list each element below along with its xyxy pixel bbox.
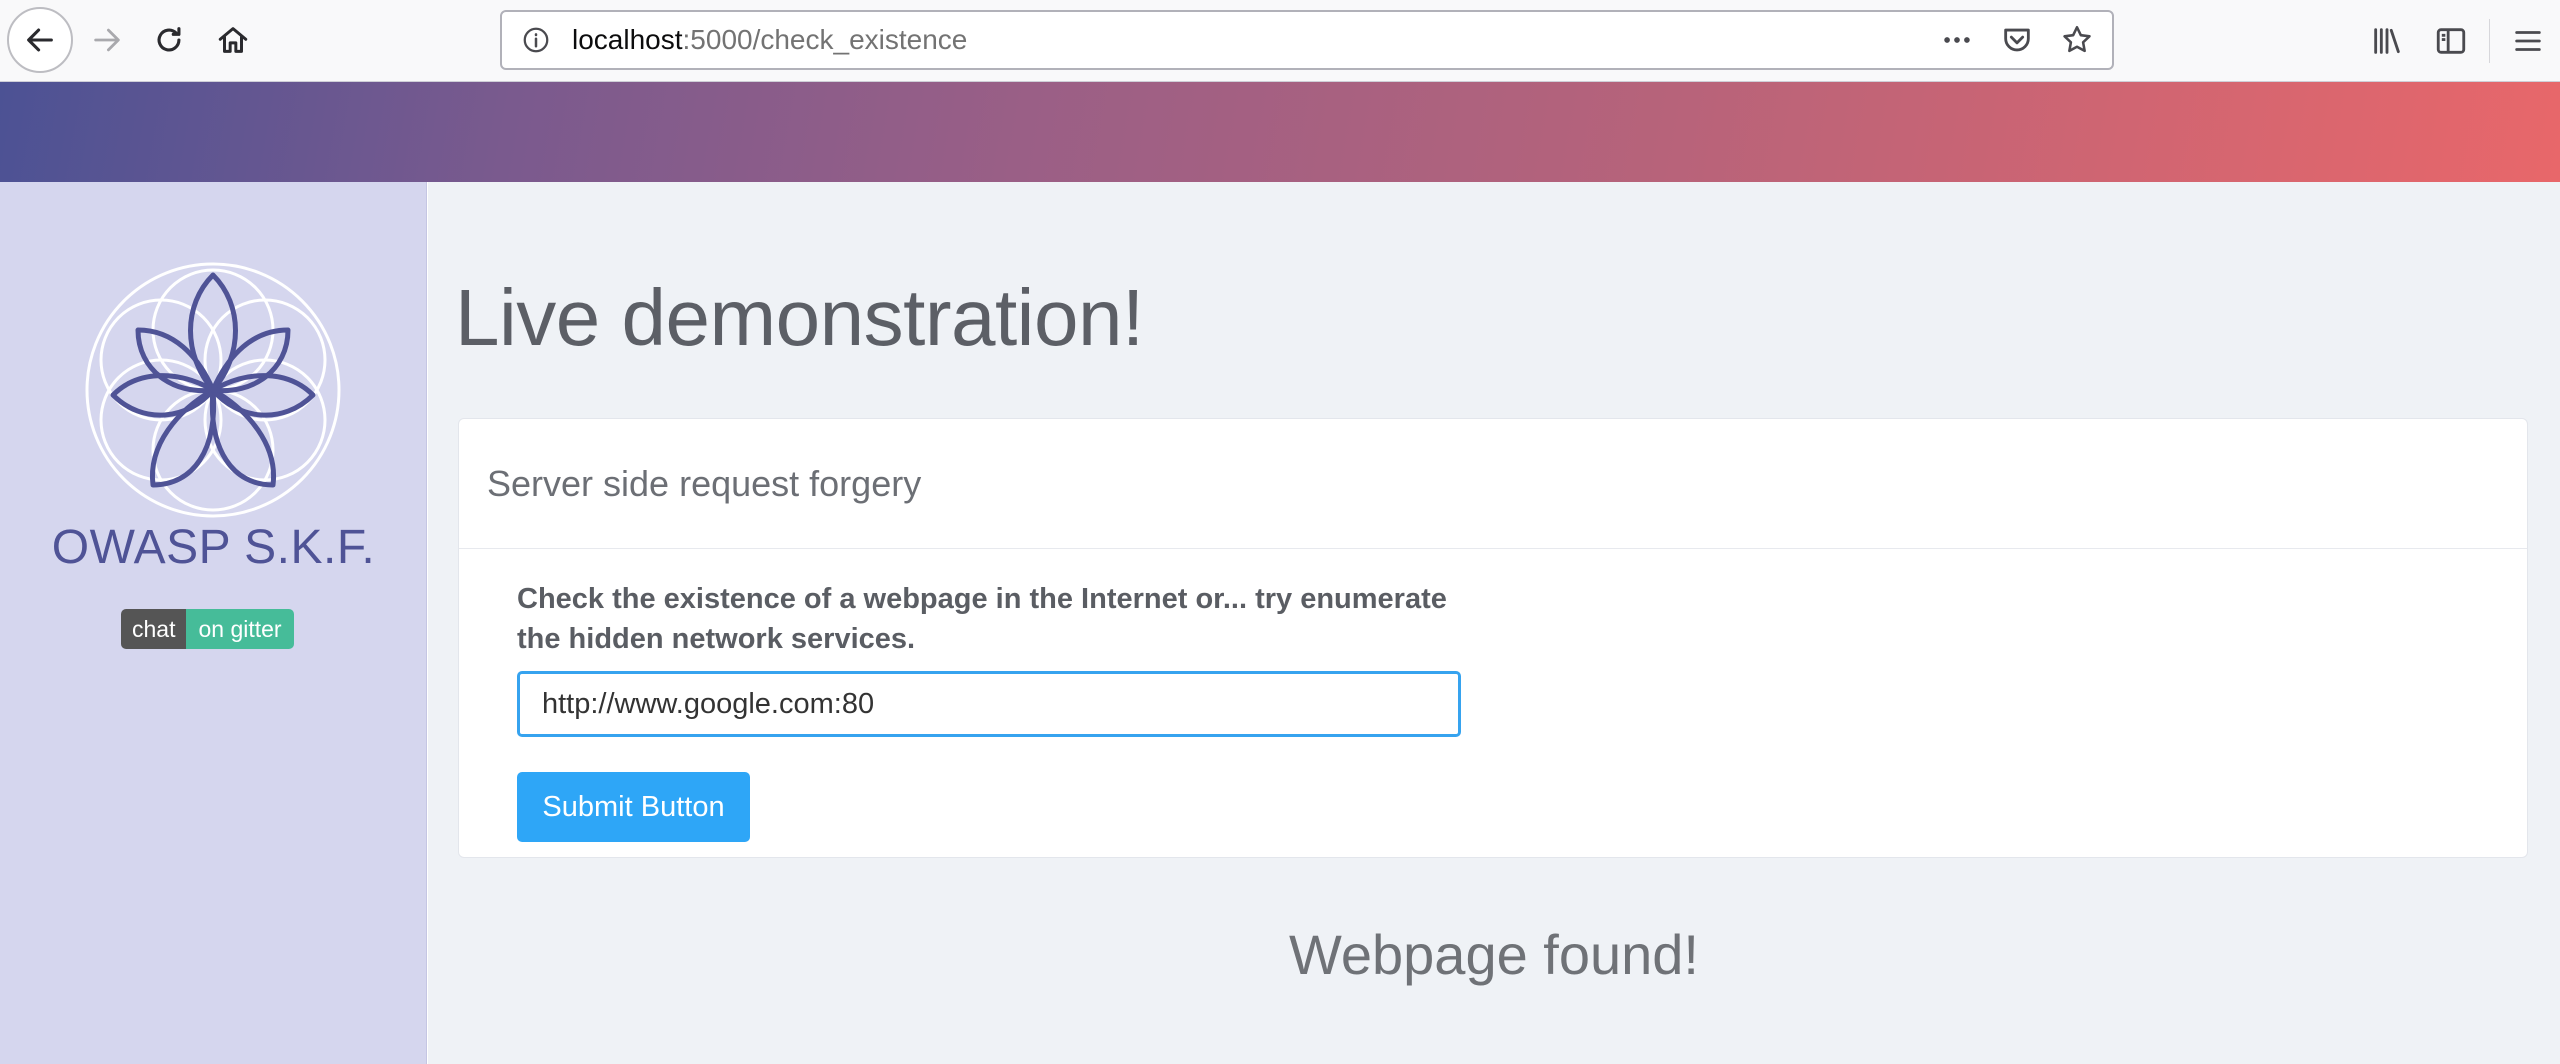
header-banner — [0, 82, 2560, 182]
demo-card: Server side request forgery Check the ex… — [458, 418, 2528, 858]
sidebar: OWASP S.K.F. chat on gitter — [0, 182, 427, 1064]
url-text[interactable]: localhost:5000/check_existence — [572, 24, 967, 56]
url-input-label: Check the existence of a webpage in the … — [517, 583, 1447, 655]
star-icon[interactable] — [2060, 23, 2094, 57]
gitter-chat-badge[interactable]: chat on gitter — [121, 609, 294, 649]
forward-button[interactable] — [74, 7, 140, 73]
url-host: localhost — [572, 24, 683, 55]
card-header: Server side request forgery — [459, 419, 2527, 549]
url-path: :5000/check_existence — [682, 24, 968, 55]
browser-toolbar: localhost:5000/check_existence — [0, 0, 2560, 82]
url-input[interactable] — [517, 671, 1461, 737]
info-icon[interactable] — [518, 22, 554, 58]
reload-button[interactable] — [136, 7, 202, 73]
library-icon[interactable] — [2355, 9, 2419, 73]
toolbar-right — [2355, 0, 2560, 82]
forward-arrow-icon — [94, 28, 120, 52]
sidebar-icon[interactable] — [2419, 9, 2483, 73]
home-icon — [218, 27, 248, 53]
gitter-badge-left: chat — [121, 609, 187, 649]
reload-icon — [157, 27, 181, 52]
page-title: Live demonstration! — [455, 273, 1144, 362]
hamburger-menu-icon[interactable] — [2496, 9, 2560, 73]
toolbar-separator — [2489, 19, 2490, 63]
address-bar[interactable]: localhost:5000/check_existence — [500, 10, 2114, 70]
logo-title: OWASP S.K.F. — [51, 521, 376, 574]
url-actions — [1940, 12, 2094, 68]
pocket-icon[interactable] — [2000, 23, 2034, 57]
home-button[interactable] — [200, 7, 266, 73]
submit-button[interactable]: Submit Button — [517, 772, 750, 842]
back-arrow-icon — [27, 28, 53, 52]
more-actions-icon[interactable] — [1940, 23, 1974, 57]
owasp-logo-icon — [85, 262, 341, 518]
gitter-badge-right: on gitter — [186, 609, 294, 649]
result-message: Webpage found! — [1289, 923, 1699, 986]
main-content: Live demonstration! Server side request … — [428, 182, 2560, 1064]
back-button[interactable] — [7, 7, 73, 73]
